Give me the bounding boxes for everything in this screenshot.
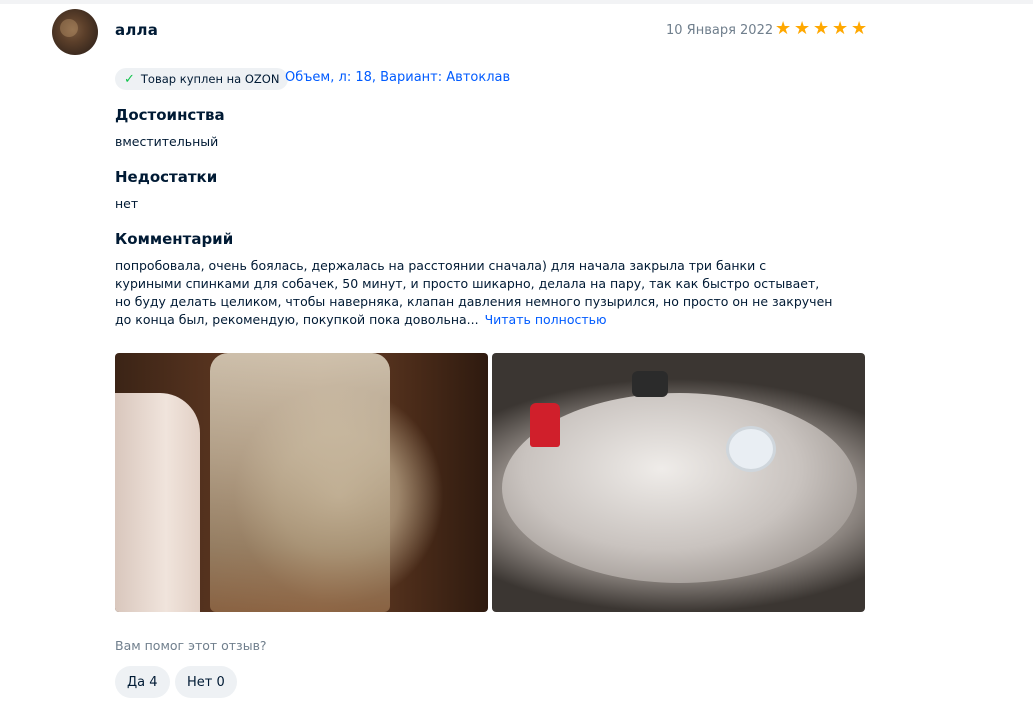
purchase-badge: ✓ Товар куплен на OZON [115,68,289,90]
top-divider [0,0,1033,4]
review-photo-jar[interactable] [115,353,488,612]
star-icon: ★ [813,18,830,39]
star-icon: ★ [851,18,868,39]
star-icon: ★ [775,18,792,39]
knob-shape [632,371,668,397]
read-more-link[interactable]: Читать полностью [485,312,607,327]
pros-heading: Достоинства [115,106,225,124]
rating-stars: ★ ★ ★ ★ ★ [775,20,869,38]
helpful-no-button[interactable]: Нет 0 [175,666,237,698]
pros-text: вместительный [115,134,219,149]
review-photo-autoclave[interactable] [492,353,865,612]
comment-body: попробовала, очень боялась, держалась на… [115,258,833,327]
helpful-question: Вам помог этот отзыв? [115,638,267,653]
comment-text: попробовала, очень боялась, держалась на… [115,257,835,329]
avatar [52,9,98,55]
comment-heading: Комментарий [115,230,234,248]
star-icon: ★ [794,18,811,39]
variant-link[interactable]: Объем, л: 18, Вариант: Автоклав [285,70,510,85]
thumb-shape [115,393,200,612]
check-icon: ✓ [124,71,135,87]
cons-text: нет [115,196,139,211]
helpful-yes-button[interactable]: Да 4 [115,666,170,698]
purchase-badge-label: Товар куплен на OZON [140,72,280,86]
star-icon: ★ [832,18,849,39]
author-name[interactable]: алла [115,21,158,39]
cons-heading: Недостатки [115,168,218,186]
jar-shape [210,353,390,612]
review-date: 10 Января 2022 [666,23,774,38]
valve-shape [530,403,560,447]
thermometer-shape [726,426,776,472]
